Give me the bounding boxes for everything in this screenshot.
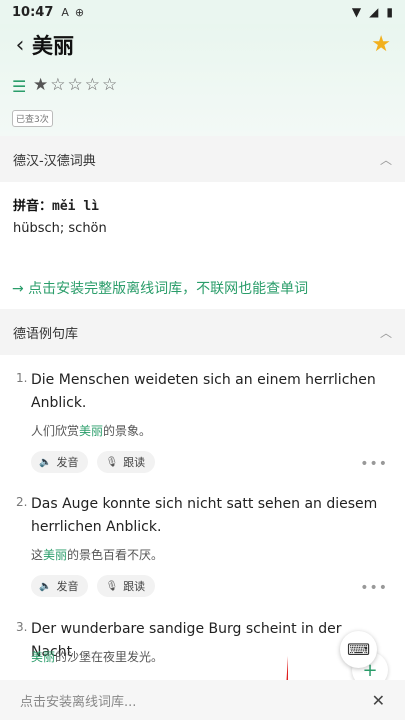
battery-icon: ▮ — [386, 5, 393, 19]
star-empty-icon[interactable]: ☆ — [68, 75, 83, 95]
example-chinese: 美丽的沙堡在夜里发光。 — [31, 648, 163, 665]
example-chinese-highlight: 美丽 — [79, 424, 104, 438]
status-bar: 10:47 A ⊕ ▼ ◢ ▮ — [0, 0, 405, 24]
pinyin-label: 拼音： — [13, 199, 53, 214]
pronounce-button[interactable]: 🔈 发音 — [31, 575, 89, 597]
example-chinese-pre: 这 — [31, 548, 44, 562]
word-header: ‹ 美丽 ★ ☰ ★ ☆ ☆ ☆ ☆ 已查3次 — [0, 24, 405, 136]
install-banner[interactable]: 点击安装离线词库... ✕ — [0, 680, 405, 720]
star-empty-icon[interactable]: ☆ — [85, 75, 100, 95]
install-banner-text[interactable]: 点击安装离线词库... — [20, 691, 136, 710]
example-number: 1. — [16, 371, 28, 385]
example-chinese-highlight: 美丽 — [43, 548, 68, 562]
example-chinese: 人们欣赏美丽的景象。 — [31, 422, 151, 439]
speaker-icon: 🔈 — [39, 456, 52, 468]
notification-search-icon: ⊕ — [74, 5, 85, 19]
example-chinese-post: 的景色百看不厌。 — [67, 548, 164, 562]
example-german: Das Auge konnte sich nicht satt sehen an… — [31, 496, 378, 535]
example-chinese: 这美丽的景色百看不厌。 — [31, 546, 163, 563]
star-empty-icon[interactable]: ☆ — [50, 75, 65, 95]
chevron-up-icon[interactable]: ︿ — [380, 151, 392, 168]
star-empty-icon[interactable]: ☆ — [102, 75, 117, 95]
microphone-icon: 🎙 — [105, 580, 119, 592]
signal-icon: ◢ — [369, 5, 379, 19]
dict-section-header[interactable]: 德汉-汉德词典 ︿ — [0, 136, 405, 182]
close-icon[interactable]: ✕ — [372, 691, 385, 710]
more-options-icon[interactable]: ••• — [360, 580, 388, 596]
dict-section-title: 德汉-汉德词典 — [13, 153, 96, 169]
follow-read-button[interactable]: 🎙 跟读 — [97, 451, 156, 473]
pronounce-label: 发音 — [56, 580, 79, 593]
pinyin-row: 拼音：měi lì — [13, 195, 99, 214]
microphone-icon: 🎙 — [105, 456, 119, 468]
example-chinese-highlight: 美丽 — [31, 650, 56, 664]
pronounce-button[interactable]: 🔈 发音 — [31, 451, 89, 473]
status-time: 10:47 — [12, 4, 54, 20]
word-meaning: hübsch; schön — [13, 221, 107, 236]
follow-read-button[interactable]: 🎙 跟读 — [97, 575, 156, 597]
back-arrow-icon[interactable]: ‹ — [10, 34, 30, 60]
example-chinese-post: 的景象。 — [103, 424, 152, 438]
example-number: 2. — [16, 495, 28, 509]
query-count-badge: 已查3次 — [12, 110, 53, 127]
keyboard-icon: ⌨ — [346, 640, 371, 659]
example-section-header[interactable]: 德语例句库 ︿ — [0, 309, 405, 355]
favorite-star-icon[interactable]: ★ — [371, 32, 391, 57]
keyboard-button[interactable]: ⌨ — [340, 631, 377, 668]
star-filled-icon[interactable]: ★ — [33, 75, 48, 95]
word-list-icon[interactable]: ☰ — [12, 77, 26, 96]
speaker-icon: 🔈 — [39, 580, 52, 592]
chevron-up-icon[interactable]: ︿ — [380, 324, 392, 341]
install-offline-link[interactable]: → 点击安装完整版离线词库，不联网也能查单词 — [12, 278, 308, 298]
example-number: 3. — [16, 620, 28, 634]
example-section-title: 德语例句库 — [13, 326, 79, 342]
rating-stars[interactable]: ★ ☆ ☆ ☆ ☆ — [33, 75, 117, 95]
pinyin-value: měi lì — [52, 199, 99, 214]
example-chinese-post: 的沙堡在夜里发光。 — [55, 650, 164, 664]
more-options-icon[interactable]: ••• — [360, 456, 388, 472]
notification-a-icon: A — [61, 5, 69, 19]
pronounce-label: 发音 — [56, 456, 79, 469]
wifi-icon: ▼ — [351, 5, 362, 19]
follow-read-label: 跟读 — [123, 580, 146, 593]
word-title: 美丽 — [32, 34, 74, 58]
example-chinese-pre: 人们欣赏 — [31, 424, 80, 438]
example-german: Die Menschen weideten sich an einem herr… — [31, 372, 376, 411]
follow-read-label: 跟读 — [123, 456, 146, 469]
